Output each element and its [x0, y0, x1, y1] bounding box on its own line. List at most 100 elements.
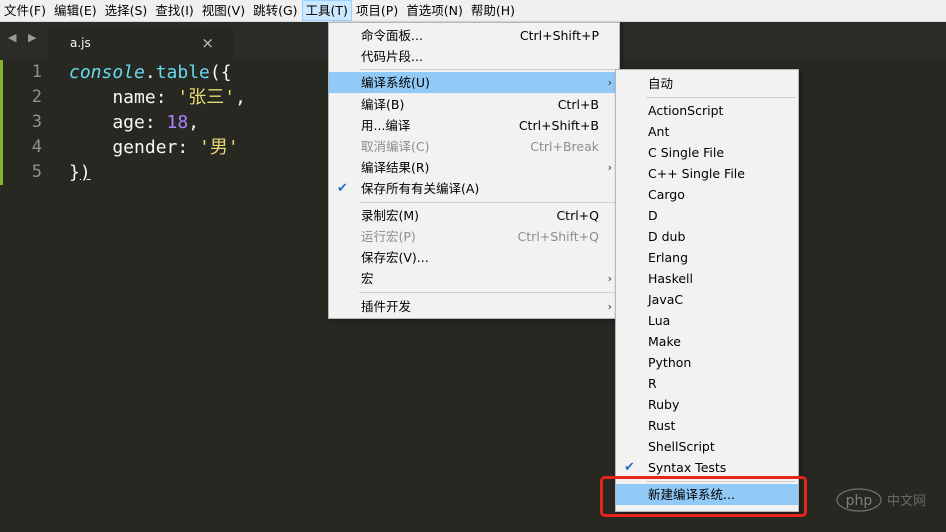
tab-title: a.js — [70, 36, 91, 50]
menu-item-shortcut: Ctrl+Shift+B — [518, 118, 599, 133]
build-item-shellscript[interactable]: ShellScript — [616, 436, 798, 457]
menu-separator — [359, 292, 617, 293]
menu-edit[interactable]: 编辑(E) — [50, 0, 101, 21]
menu-item-build-results[interactable]: 编译结果(R) › — [329, 157, 619, 178]
code-token-punct: , — [188, 112, 200, 133]
svg-text:中文网: 中文网 — [887, 494, 926, 509]
build-item-d[interactable]: D — [616, 205, 798, 226]
menu-item-cancel-build: 取消编译(C) Ctrl+Break — [329, 136, 619, 157]
build-item-actionscript[interactable]: ActionScript — [616, 100, 798, 121]
menu-item-build-with[interactable]: 用...编译 Ctrl+Shift+B — [329, 115, 619, 136]
code-token-key: age: — [69, 112, 167, 133]
menu-item-shortcut: Ctrl+Shift+P — [519, 28, 599, 43]
menu-item-label: Cargo — [648, 187, 685, 202]
menu-item-label: Syntax Tests — [648, 460, 727, 475]
chevron-right-icon: › — [607, 272, 612, 285]
php-watermark-logo: php 中文网 — [836, 488, 926, 512]
menu-item-shortcut: Ctrl+B — [557, 97, 599, 112]
menu-item-label: Rust — [648, 418, 676, 433]
highlight-annotation-box — [600, 476, 807, 517]
build-item-cpp-single-file[interactable]: C++ Single File — [616, 163, 798, 184]
tab-nav-arrows-icon[interactable]: ◀ ▶ — [8, 31, 40, 44]
menu-item-record-macro[interactable]: 录制宏(M) Ctrl+Q — [329, 205, 619, 226]
line-number: 2 — [31, 87, 42, 107]
menu-item-command-palette[interactable]: 命令面板... Ctrl+Shift+P — [329, 25, 619, 46]
build-item-ruby[interactable]: Ruby — [616, 394, 798, 415]
code-token-number: 18 — [166, 112, 189, 133]
menu-goto[interactable]: 跳转(G) — [249, 0, 301, 21]
build-item-javac[interactable]: JavaC — [616, 289, 798, 310]
menu-item-shortcut: Ctrl+Break — [530, 139, 599, 154]
code-token-punct: } — [69, 162, 80, 183]
code-token-punct: , — [235, 87, 246, 108]
menu-item-label: 命令面板... — [361, 28, 423, 43]
build-item-haskell[interactable]: Haskell — [616, 268, 798, 289]
close-icon[interactable]: × — [201, 34, 214, 52]
menu-item-label: 编译系统(U) — [361, 75, 430, 90]
menu-separator — [646, 97, 796, 98]
menu-item-save-all-on-build[interactable]: ✔ 保存所有有关编译(A) — [329, 178, 619, 199]
build-item-c-single-file[interactable]: C Single File — [616, 142, 798, 163]
menu-item-developer[interactable]: 插件开发 › — [329, 296, 619, 317]
menu-item-label: 代码片段... — [361, 49, 423, 64]
menu-view[interactable]: 视图(V) — [198, 0, 249, 21]
menu-item-build-system[interactable]: 编译系统(U) › — [329, 72, 619, 93]
build-item-d-dub[interactable]: D dub — [616, 226, 798, 247]
build-item-rust[interactable]: Rust — [616, 415, 798, 436]
code-token-punct: . — [144, 62, 156, 83]
menu-tools[interactable]: 工具(T) — [301, 0, 352, 21]
menu-item-build[interactable]: 编译(B) Ctrl+B — [329, 94, 619, 115]
modified-line-marker — [0, 85, 3, 110]
build-item-auto[interactable]: 自动 — [616, 73, 798, 94]
menu-find[interactable]: 查找(I) — [151, 0, 197, 21]
build-item-cargo[interactable]: Cargo — [616, 184, 798, 205]
build-item-python[interactable]: Python — [616, 352, 798, 373]
code-line-1: console.table({ — [69, 60, 232, 85]
menu-item-label: ActionScript — [648, 103, 724, 118]
tools-menu: 命令面板... Ctrl+Shift+P 代码片段... 编译系统(U) › 编译(… — [328, 22, 620, 319]
menu-item-label: Lua — [648, 313, 671, 328]
chevron-right-icon: › — [607, 300, 612, 313]
code-token-object: console — [69, 62, 145, 83]
menu-selection[interactable]: 选择(S) — [101, 0, 152, 21]
modified-line-marker — [0, 160, 3, 185]
menu-file[interactable]: 文件(F) — [0, 0, 50, 21]
build-item-erlang[interactable]: Erlang — [616, 247, 798, 268]
code-line-2: name: '张三', — [69, 85, 246, 110]
menu-item-label: ShellScript — [648, 439, 715, 454]
build-item-lua[interactable]: Lua — [616, 310, 798, 331]
menu-item-label: C Single File — [648, 145, 725, 160]
menu-item-label: 宏 — [361, 271, 374, 286]
menu-item-label: Ant — [648, 124, 670, 139]
build-item-syntax-tests[interactable]: ✔ Syntax Tests — [616, 457, 798, 478]
build-system-submenu: 自动 ActionScript Ant C Single File C++ Si… — [615, 69, 799, 512]
code-line-5: }) — [69, 160, 91, 185]
menu-item-label: 用...编译 — [361, 118, 411, 133]
line-number: 5 — [31, 162, 42, 182]
chevron-right-icon: › — [607, 161, 612, 174]
tab-a-js[interactable]: a.js × — [48, 28, 234, 60]
menu-item-label: D dub — [648, 229, 686, 244]
menu-item-macros[interactable]: 宏 › — [329, 268, 619, 289]
chevron-right-icon: › — [607, 76, 612, 89]
menu-item-save-macro[interactable]: 保存宏(V)... — [329, 247, 619, 268]
build-item-r[interactable]: R — [616, 373, 798, 394]
menu-preferences[interactable]: 首选项(N) — [402, 0, 467, 21]
modified-line-marker — [0, 60, 3, 85]
menu-item-label: 运行宏(P) — [361, 229, 416, 244]
menu-project[interactable]: 项目(P) — [352, 0, 402, 21]
menu-item-label: 保存所有有关编译(A) — [361, 181, 480, 196]
menu-item-label: Haskell — [648, 271, 694, 286]
menu-separator — [359, 202, 617, 203]
build-item-ant[interactable]: Ant — [616, 121, 798, 142]
menu-bar: 文件(F) 编辑(E) 选择(S) 查找(I) 视图(V) 跳转(G) 工具(T… — [0, 0, 946, 22]
menu-item-label: 录制宏(M) — [361, 208, 420, 223]
build-item-make[interactable]: Make — [616, 331, 798, 352]
menu-item-label: 插件开发 — [361, 299, 412, 314]
menu-item-snippets[interactable]: 代码片段... — [329, 46, 619, 67]
modified-line-marker — [0, 135, 3, 160]
menu-item-play-macro: 运行宏(P) Ctrl+Shift+Q — [329, 226, 619, 247]
code-token-key: gender: — [69, 137, 200, 158]
menu-help[interactable]: 帮助(H) — [467, 0, 519, 21]
code-token-key: name: — [69, 87, 178, 108]
